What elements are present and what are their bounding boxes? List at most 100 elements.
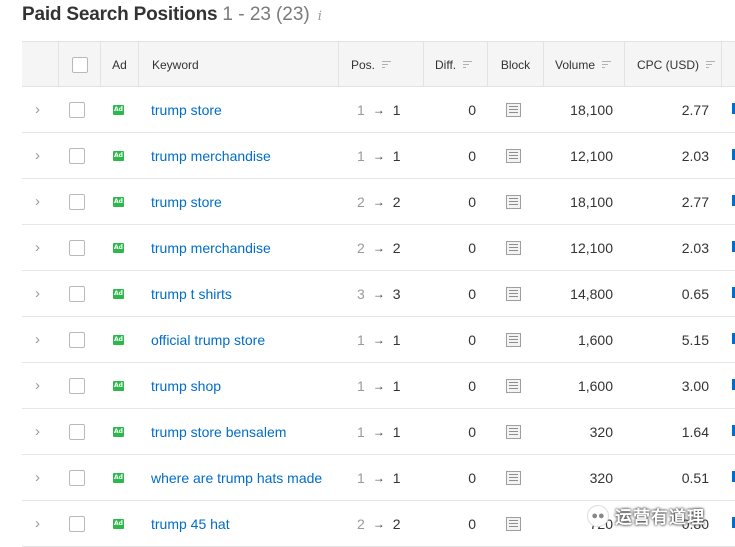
keyword-link[interactable]: trump t shirts bbox=[151, 286, 232, 302]
serp-block-icon[interactable] bbox=[506, 286, 521, 301]
row-expand[interactable]: › bbox=[35, 225, 55, 270]
keyword-link[interactable]: trump store bbox=[151, 102, 222, 118]
header-volume[interactable]: Volume bbox=[543, 42, 624, 87]
serp-block-icon[interactable] bbox=[506, 332, 521, 347]
row-checkbox[interactable] bbox=[69, 377, 85, 394]
row-checkbox[interactable] bbox=[69, 331, 85, 348]
table-row[interactable]: › Ad trump t shirts 3 → 3 0 14,800 0.65 bbox=[22, 271, 735, 317]
table-row[interactable]: › Ad trump merchandise 1 → 1 0 12,100 2.03 bbox=[22, 133, 735, 179]
row-select[interactable] bbox=[69, 455, 89, 500]
chevron-right-icon[interactable]: › bbox=[35, 469, 40, 486]
ad-cell: Ad bbox=[113, 317, 127, 362]
row-checkbox[interactable] bbox=[69, 423, 85, 440]
block-cell[interactable] bbox=[506, 409, 524, 454]
row-checkbox[interactable] bbox=[69, 239, 85, 256]
row-expand[interactable]: › bbox=[35, 363, 55, 408]
keyword-link[interactable]: official trump store bbox=[151, 332, 265, 348]
block-cell[interactable] bbox=[506, 317, 524, 362]
table-row[interactable]: › Ad trump store 2 → 2 0 18,100 2.77 bbox=[22, 179, 735, 225]
row-checkbox[interactable] bbox=[69, 193, 85, 210]
cpc-value: 0.51 bbox=[681, 469, 709, 486]
header-pos[interactable]: Pos. bbox=[338, 42, 423, 87]
chevron-right-icon[interactable]: › bbox=[35, 423, 40, 440]
block-cell[interactable] bbox=[506, 271, 524, 316]
chevron-right-icon[interactable]: › bbox=[35, 377, 40, 394]
row-select[interactable] bbox=[69, 179, 89, 224]
block-cell[interactable] bbox=[506, 179, 524, 224]
row-expand[interactable]: › bbox=[35, 133, 55, 178]
serp-block-icon[interactable] bbox=[506, 516, 521, 531]
row-checkbox[interactable] bbox=[69, 101, 85, 118]
row-select[interactable] bbox=[69, 501, 89, 546]
row-select[interactable] bbox=[69, 271, 89, 316]
select-all-checkbox[interactable] bbox=[71, 56, 88, 73]
cpc-cell: 1.64 bbox=[624, 409, 709, 454]
row-expand[interactable]: › bbox=[35, 87, 55, 132]
row-checkbox[interactable] bbox=[69, 515, 85, 532]
row-checkbox[interactable] bbox=[69, 285, 85, 302]
keyword-link[interactable]: trump merchandise bbox=[151, 148, 271, 164]
volume-cell: 18,100 bbox=[543, 179, 613, 224]
info-icon[interactable]: i bbox=[318, 9, 322, 24]
row-expand[interactable]: › bbox=[35, 179, 55, 224]
row-select[interactable] bbox=[69, 225, 89, 270]
keyword-link[interactable]: where are trump hats made bbox=[151, 470, 322, 486]
row-expand[interactable]: › bbox=[35, 271, 55, 316]
serp-block-icon[interactable] bbox=[506, 240, 521, 255]
serp-block-icon[interactable] bbox=[506, 194, 521, 209]
row-select[interactable] bbox=[69, 317, 89, 362]
keyword-cell: trump merchandise bbox=[151, 225, 336, 270]
block-cell[interactable] bbox=[506, 87, 524, 132]
block-cell[interactable] bbox=[506, 501, 524, 546]
row-select[interactable] bbox=[69, 133, 89, 178]
row-select[interactable] bbox=[69, 409, 89, 454]
row-checkbox[interactable] bbox=[69, 147, 85, 164]
chevron-right-icon[interactable]: › bbox=[35, 331, 40, 348]
chevron-right-icon[interactable]: › bbox=[35, 515, 40, 532]
keyword-link[interactable]: trump 45 hat bbox=[151, 516, 230, 532]
chevron-right-icon[interactable]: › bbox=[35, 147, 40, 164]
serp-block-icon[interactable] bbox=[506, 102, 521, 117]
table-row[interactable]: › Ad trump store 1 → 1 0 18,100 2.77 bbox=[22, 87, 735, 133]
header-cpc[interactable]: CPC (USD) bbox=[624, 42, 721, 87]
sort-icon[interactable] bbox=[706, 61, 715, 68]
table-row[interactable]: › Ad where are trump hats made 1 → 1 0 320 0.51 bbox=[22, 455, 735, 501]
block-cell[interactable] bbox=[506, 225, 524, 270]
chevron-right-icon[interactable]: › bbox=[35, 101, 40, 118]
serp-block-icon[interactable] bbox=[506, 378, 521, 393]
row-select[interactable] bbox=[69, 87, 89, 132]
chevron-right-icon[interactable]: › bbox=[35, 239, 40, 256]
sort-icon[interactable] bbox=[602, 61, 612, 68]
table-row[interactable]: › Ad official trump store 1 → 1 0 1,600 5.15 bbox=[22, 317, 735, 363]
sort-icon[interactable] bbox=[463, 61, 473, 68]
cpc-cell: 2.77 bbox=[624, 87, 709, 132]
keyword-link[interactable]: trump store bensalem bbox=[151, 424, 286, 440]
serp-block-icon[interactable] bbox=[506, 424, 521, 439]
keyword-link[interactable]: trump merchandise bbox=[151, 240, 271, 256]
sort-icon[interactable] bbox=[382, 61, 392, 68]
table-row[interactable]: › Ad trump shop 1 → 1 0 1,600 3.00 bbox=[22, 363, 735, 409]
volume-value: 1,600 bbox=[577, 331, 613, 348]
chevron-right-icon[interactable]: › bbox=[35, 193, 40, 210]
row-expand[interactable]: › bbox=[35, 409, 55, 454]
row-expand[interactable]: › bbox=[35, 501, 55, 546]
row-select[interactable] bbox=[69, 363, 89, 408]
table-row[interactable]: › Ad trump store bensalem 1 → 1 0 320 1.64 bbox=[22, 409, 735, 455]
chevron-right-icon[interactable]: › bbox=[35, 285, 40, 302]
block-cell[interactable] bbox=[506, 133, 524, 178]
row-checkbox[interactable] bbox=[69, 469, 85, 486]
block-cell[interactable] bbox=[506, 363, 524, 408]
header-diff[interactable]: Diff. bbox=[423, 42, 487, 87]
cpc-cell: 2.03 bbox=[624, 133, 709, 178]
row-expand[interactable]: › bbox=[35, 317, 55, 362]
serp-block-icon[interactable] bbox=[506, 148, 521, 163]
serp-block-icon[interactable] bbox=[506, 470, 521, 485]
keyword-link[interactable]: trump store bbox=[151, 194, 222, 210]
table-row[interactable]: › Ad trump merchandise 2 → 2 0 12,100 2.03 bbox=[22, 225, 735, 271]
keyword-link[interactable]: trump shop bbox=[151, 378, 221, 394]
keyword-cell: trump shop bbox=[151, 363, 336, 408]
previous-position: 1 bbox=[357, 101, 365, 118]
block-cell[interactable] bbox=[506, 455, 524, 500]
volume-cell: 320 bbox=[543, 409, 613, 454]
row-expand[interactable]: › bbox=[35, 455, 55, 500]
